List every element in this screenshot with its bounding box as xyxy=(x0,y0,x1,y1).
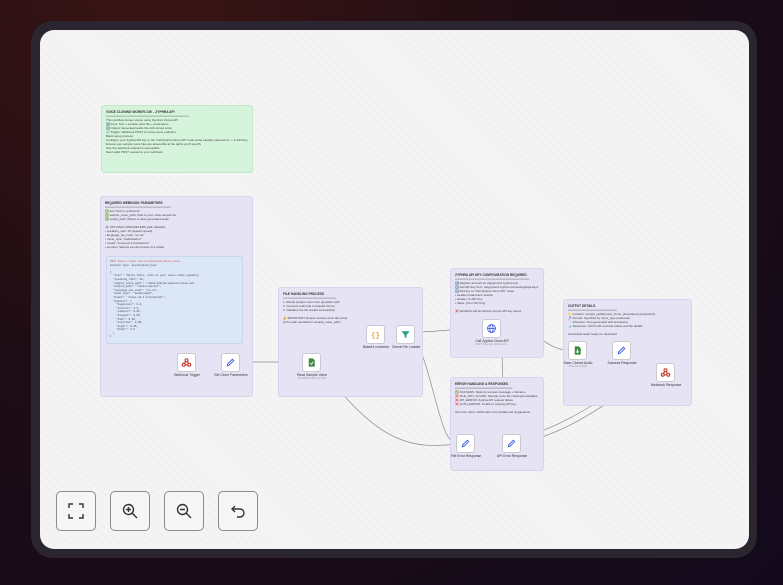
note-body: ═════════════════════════ 1. Reads sampl… xyxy=(283,296,348,324)
pencil-icon xyxy=(461,439,470,448)
webhook-icon xyxy=(660,368,671,377)
node-label: Set Clone Parameters xyxy=(214,373,248,377)
node-label: File Error Response xyxy=(450,454,482,458)
zoom-out-button[interactable] xyxy=(164,491,204,531)
zoom-out-icon xyxy=(176,503,192,519)
zoom-in-button[interactable] xyxy=(110,491,150,531)
node-subtitle: POST: https://api.zyphra.com/... xyxy=(475,343,509,346)
node-file-error-response[interactable] xyxy=(456,434,475,453)
pencil-icon xyxy=(226,358,235,367)
node-label: API Error Response xyxy=(496,454,528,458)
node-webhook-trigger[interactable] xyxy=(177,353,196,372)
node-base64-convertor[interactable]: {} xyxy=(366,325,385,344)
node-save-cloned-audio[interactable] xyxy=(568,341,587,360)
svg-text:{}: {} xyxy=(371,332,380,340)
note-body: ═══════════════════════ 📁 Location: {out… xyxy=(568,308,656,336)
fit-view-icon xyxy=(68,503,84,519)
fit-view-button[interactable] xyxy=(56,491,96,531)
node-api-error-response[interactable] xyxy=(502,434,521,453)
node-subtitle: Read/Write Files from Disk xyxy=(297,377,327,380)
note-body: ═══════════════════════════════ ✅ text: … xyxy=(105,205,177,249)
node-subtitle: Write File to Disk xyxy=(568,365,588,368)
file-read-icon xyxy=(308,358,315,367)
note-voice-cloning-workflow[interactable]: VOICE CLONING WORKFLOW – ZYPHRA API ════… xyxy=(101,105,253,173)
note-body: ═══════════════════════════════════════ … xyxy=(106,114,248,154)
undo-icon xyxy=(231,505,245,518)
note-body: ═══════════════════════════ ✅ SUCCESS: R… xyxy=(455,386,538,414)
node-label: Check File Loaded xyxy=(391,345,421,349)
node-label: Webhook Trigger xyxy=(174,373,200,377)
pencil-icon xyxy=(507,439,516,448)
node-read-sample-voice[interactable] xyxy=(302,353,321,372)
node-webhook-response[interactable] xyxy=(656,363,675,382)
node-call-zyphra-clone-api[interactable] xyxy=(482,319,501,338)
webhook-icon xyxy=(181,358,192,367)
node-check-file-loaded[interactable] xyxy=(396,325,415,344)
file-save-icon xyxy=(574,346,581,355)
note-body: ═══════════════════════════════════ 1️⃣ … xyxy=(455,277,539,313)
globe-icon xyxy=(487,324,496,333)
node-success-response[interactable] xyxy=(612,341,631,360)
node-label: Webhook Response xyxy=(650,383,682,387)
code-sample-request: POST https://your-n8n-url/webhook/voice-… xyxy=(106,256,243,344)
node-label: Success Response xyxy=(607,361,637,365)
braces-icon: {} xyxy=(371,332,380,340)
zoom-in-icon xyxy=(122,503,138,519)
node-set-clone-parameters[interactable] xyxy=(221,353,240,372)
pencil-icon xyxy=(617,346,626,355)
undo-button[interactable] xyxy=(218,491,258,531)
workflow-canvas[interactable]: VOICE CLONING WORKFLOW – ZYPHRA API ════… xyxy=(40,30,749,549)
filter-icon xyxy=(401,331,410,339)
